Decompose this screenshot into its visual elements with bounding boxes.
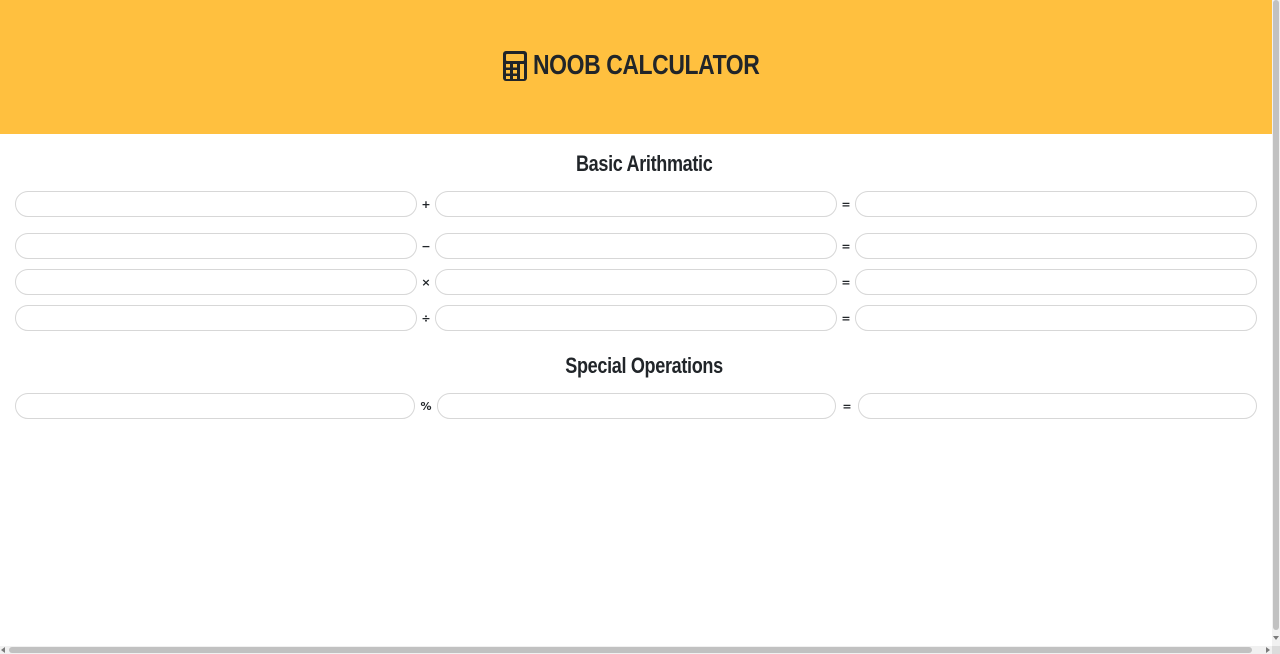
scroll-right-arrow-icon[interactable] bbox=[1266, 647, 1270, 653]
addition-operand-a-input[interactable] bbox=[15, 191, 417, 217]
percentage-operand-a-input[interactable] bbox=[15, 393, 416, 419]
basic-arithmetic-title: Basic Arithmatic bbox=[575, 151, 713, 176]
division-operand-a-input[interactable] bbox=[15, 305, 417, 331]
equals-sign: = bbox=[841, 275, 851, 289]
browser-viewport: NOOB CALCULATOR Basic Arithmatic + = − =… bbox=[0, 0, 1280, 654]
multiply-operator: × bbox=[421, 275, 431, 289]
minus-operator: − bbox=[421, 239, 431, 253]
scrollbar-corner bbox=[1272, 646, 1280, 654]
multiplication-result-field[interactable] bbox=[855, 269, 1257, 295]
equals-sign: = bbox=[841, 311, 851, 325]
equals-sign: = bbox=[842, 399, 852, 413]
page: NOOB CALCULATOR Basic Arithmatic + = − =… bbox=[0, 0, 1272, 646]
percentage-result-field[interactable] bbox=[857, 393, 1257, 419]
plus-operator: + bbox=[421, 197, 431, 211]
app-header: NOOB CALCULATOR bbox=[0, 0, 1272, 134]
special-operations-heading: Special Operations bbox=[0, 353, 1272, 379]
calculator-icon bbox=[502, 51, 527, 81]
multiplication-row: × = bbox=[15, 269, 1257, 295]
division-operand-b-input[interactable] bbox=[435, 305, 837, 331]
subtraction-result-field[interactable] bbox=[855, 233, 1257, 259]
scroll-left-arrow-icon[interactable] bbox=[1, 647, 5, 653]
percent-operator: % bbox=[420, 399, 432, 413]
scroll-down-arrow-icon[interactable] bbox=[1273, 636, 1279, 640]
subtraction-operand-a-input[interactable] bbox=[15, 233, 417, 259]
divide-operator: ÷ bbox=[421, 311, 431, 325]
multiplication-operand-b-input[interactable] bbox=[435, 269, 837, 295]
subtraction-operand-b-input[interactable] bbox=[435, 233, 837, 259]
multiplication-operand-a-input[interactable] bbox=[15, 269, 417, 295]
addition-row: + = bbox=[15, 191, 1257, 217]
addition-result-field[interactable] bbox=[855, 191, 1257, 217]
percentage-row: % = bbox=[15, 393, 1257, 419]
vertical-scrollbar-thumb[interactable] bbox=[1273, 0, 1279, 630]
equals-sign: = bbox=[841, 197, 851, 211]
subtraction-row: − = bbox=[15, 233, 1257, 259]
brand: NOOB CALCULATOR bbox=[502, 49, 769, 81]
special-operations-title: Special Operations bbox=[565, 353, 723, 378]
horizontal-scrollbar-thumb[interactable] bbox=[9, 647, 1252, 653]
basic-arithmetic-heading: Basic Arithmatic bbox=[0, 151, 1272, 177]
equals-sign: = bbox=[841, 239, 851, 253]
vertical-scrollbar[interactable] bbox=[1272, 0, 1280, 646]
horizontal-scrollbar[interactable] bbox=[0, 646, 1272, 654]
division-row: ÷ = bbox=[15, 305, 1257, 331]
page-title: NOOB CALCULATOR bbox=[532, 49, 760, 80]
addition-operand-b-input[interactable] bbox=[435, 191, 837, 217]
division-result-field[interactable] bbox=[855, 305, 1257, 331]
percentage-operand-b-input[interactable] bbox=[436, 393, 836, 419]
